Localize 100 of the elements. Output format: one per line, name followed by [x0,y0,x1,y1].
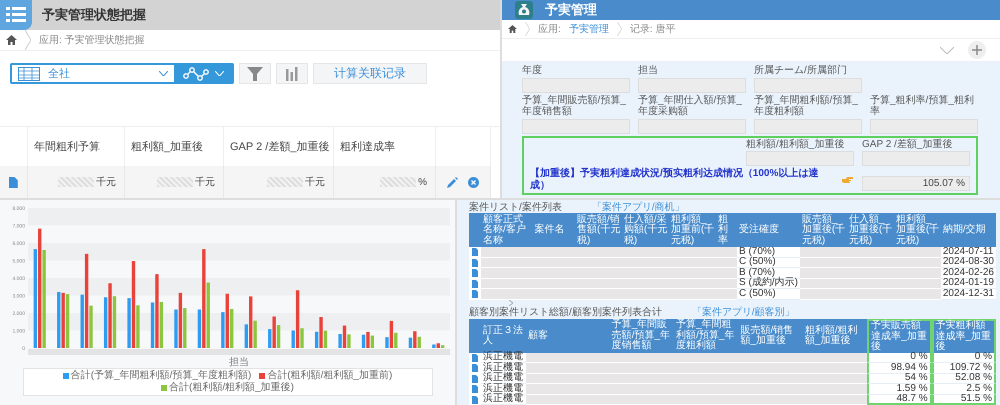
column-header: 販売額/销售額(千元税) [574,213,622,247]
field-label: 予算_年間販売額/預算_年度销售額 [522,94,627,118]
pointing-hand-icon [842,174,854,184]
breadcrumb-separator-icon [25,30,31,50]
achievement-note: 【加重後】予実粗利達成状況/预实粗利达成情况（100%以上は達成） [530,168,820,191]
field-label: 粗利額/粗利額_加重後 [746,138,846,150]
blurred-cell [481,258,533,268]
x-axis-label: 担当 [229,357,249,368]
plus-icon [972,45,982,55]
field-label: GAP 2 /差額_加重後 [862,138,954,150]
app-link[interactable]: 「案件アプリ/商机」 [592,202,685,212]
view-select[interactable]: 全社 [12,65,174,82]
blurred-cell [800,278,847,289]
app-link[interactable]: 「案件アプリ/顧客別」 [692,307,795,318]
table-cell: 2.5 % [932,384,996,394]
blurred-cell [894,247,941,258]
add-button[interactable] [968,41,986,59]
blurred-cell [894,268,941,278]
column-header: 予実販売額達成率_加重後 [867,318,932,352]
blurred-cell [802,384,868,394]
column-header: 粗利額/粗利額_加重後 [802,318,868,352]
field-label: 担当 [638,65,659,76]
blurred-cell [800,247,847,258]
blurred-value [380,177,416,187]
column-header: 販売額/销售額_加重後 [738,318,803,352]
section-title: 案件リスト/案件列表 [469,202,562,212]
achievement-rate-field: 105.07 % [862,176,970,191]
unit-text: % [418,176,427,188]
breadcrumb-separator-icon [525,22,530,36]
document-icon[interactable] [9,176,18,188]
app-title: 予実管理 [545,1,597,19]
table-cell: 2024-01-19 [940,278,996,289]
table-cell: 2024-12-31 [940,289,996,300]
blurred-value [267,177,303,187]
field-label: 予算_年間仕入額/預算_年度采购額 [638,94,743,118]
header-spacer [469,213,481,247]
table-cell: S (成約/内示) [737,278,800,289]
column-header: 予算_年間販売額/預算_年度销售額 [610,318,674,352]
calculate-related-records-button[interactable]: 计算关联记录 [313,63,427,84]
table-cell: 48.7 % [867,394,932,405]
chevron-down-icon [214,71,224,76]
bar-chart-icon [286,66,298,80]
blurred-cell [802,363,868,374]
home-icon[interactable] [6,35,17,45]
home-icon[interactable] [508,25,517,33]
field-label: 予算_粗利率/預算_粗利率 [870,94,975,118]
column-header: 納期/交期 [940,213,996,247]
column-header: 案件名 [532,213,575,247]
filter-icon [247,66,263,82]
unit-text: 千元 [305,176,325,189]
blurred-value [58,177,94,187]
chevron-down-icon[interactable] [940,46,954,54]
blurred-cell [716,247,738,258]
pencil-icon[interactable] [447,176,458,188]
table-cell: 98.94 % [867,363,932,374]
close-icon[interactable] [468,176,479,188]
unit-text: 千元 [195,176,215,189]
column-header: 顧客正式名称/客户名称 [481,213,533,247]
table-cell: 2024-08-30 [940,258,996,268]
table-cell: 54 % [867,374,932,384]
table-cell: 52.08 % [932,374,996,384]
table-cell: 51.5 % [932,394,996,405]
field-label: 予算_年間粗利額/預算_年度粗利額 [754,94,859,118]
app-title: 予実管理状態把握 [42,6,146,24]
breadcrumb-separator-icon [616,22,622,36]
column-header: 粗利額_加重後(千元税) [894,213,941,247]
table-cell: C (50%) [737,258,800,268]
blurred-cell [716,268,738,278]
chevron-right-icon[interactable] [509,300,513,306]
header-spacer [469,318,481,352]
column-header: 予実粗利額達成率_加重後 [932,318,996,352]
chart-button[interactable] [276,63,308,84]
column-header: 粗利率 [716,213,738,247]
table-cell: 0 % [867,352,932,363]
chevron-down-icon [159,71,168,76]
column-header: 予算_年間粗利額/預算_年度粗利額 [674,318,738,352]
breadcrumb-text: 应用: 予実管理状態把握 [39,34,145,47]
filter-button[interactable] [239,63,271,84]
field-label: 所属チーム/所属部门 [754,65,848,76]
table-cell: 2024-07-11 [940,247,996,258]
table-icon [18,66,40,80]
section-title: 顧客別案件リスト総額/顧客別案件列表合计 [469,307,662,318]
blurred-cell [481,247,533,258]
legend-label: 合計(予算_年間粗利額/預算_年度粗利額) [70,370,252,382]
unit-text: 千元 [96,176,116,189]
field-label: 年度 [522,65,543,76]
table-cell: 2024-02-26 [940,268,996,278]
blurred-cell [481,268,533,278]
table-cell: C (50%) [737,289,800,300]
column-header: 顧客 [526,318,610,352]
table-cell: 0 % [932,352,996,363]
column-header: 仕入額/采购額(千元税) [622,213,669,247]
breadcrumb-link[interactable]: 予実管理 [568,22,609,36]
line-chart-icon [182,66,208,80]
breadcrumb-text: 应用: [538,22,561,36]
legend-label: 合計(粗利額/粗利額_加重前) [267,370,392,382]
table-cell: 109.72 % [932,363,996,374]
column-header: 受注確度 [737,213,800,247]
column-header: 販売額_加重後(千元税) [800,213,847,247]
breadcrumb-text: 记录: 唐平 [630,22,676,36]
